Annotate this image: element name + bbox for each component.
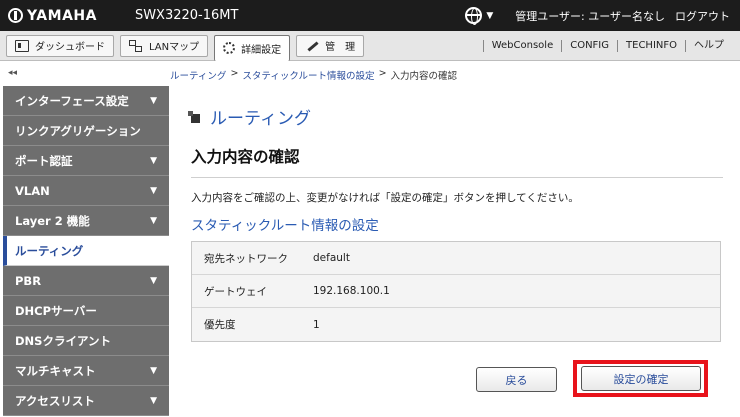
device-model: SWX3220-16MT bbox=[134, 8, 239, 23]
tab-label: ダッシュボード bbox=[35, 42, 105, 53]
breadcrumb-separator: > bbox=[230, 68, 239, 79]
tab-label: 管 理 bbox=[325, 42, 356, 53]
row-key: 宛先ネットワーク bbox=[204, 252, 288, 265]
sidebar-item-label: ルーティング bbox=[15, 243, 84, 258]
sidebar-item-dhcp-server[interactable]: DHCPサーバー bbox=[3, 296, 169, 326]
chevron-down-icon: ▼ bbox=[150, 366, 157, 376]
chevron-down-icon: ▼ bbox=[150, 216, 157, 226]
sidebar-item-label: アクセスリスト bbox=[15, 393, 95, 408]
back-button[interactable]: 戻る bbox=[476, 367, 557, 392]
chevron-down-icon: ▼ bbox=[150, 396, 157, 406]
row-value: 1 bbox=[313, 318, 320, 331]
top-bar: YAMAHA SWX3220-16MT ▼ 管理ユーザー: ユーザー名なし ログ… bbox=[0, 0, 740, 31]
table-row: 優先度 1 bbox=[192, 308, 720, 341]
section-title: 入力内容の確認 bbox=[191, 145, 723, 178]
sidebar-item-port-auth[interactable]: ポート認証 ▼ bbox=[3, 146, 169, 176]
tab-dashboard[interactable]: ダッシュボード bbox=[6, 34, 114, 57]
page-title-text: ルーティング bbox=[210, 109, 311, 129]
main-content: ルーティング 入力内容の確認 入力内容をご確認の上、変更がなければ「設定の確定」… bbox=[188, 104, 723, 342]
techinfo-link[interactable]: TECHINFO bbox=[617, 39, 685, 52]
sidebar: インターフェース設定 ▼ リンクアグリゲーション ポート認証 ▼ VLAN ▼ … bbox=[3, 86, 169, 416]
table-row: ゲートウェイ 192.168.100.1 bbox=[192, 275, 720, 308]
breadcrumb-static-route[interactable]: スタティックルート情報の設定 bbox=[242, 68, 374, 82]
row-key: 優先度 bbox=[204, 319, 236, 331]
user-info: 管理ユーザー: ユーザー名なし bbox=[515, 9, 665, 23]
page-title: ルーティング bbox=[188, 104, 723, 129]
chevron-down-icon: ▼ bbox=[150, 156, 157, 166]
sidebar-item-label: インターフェース設定 bbox=[15, 93, 129, 108]
sidebar-item-label: DHCPサーバー bbox=[15, 303, 97, 318]
yamaha-logo: YAMAHA bbox=[8, 8, 97, 24]
sidebar-item-label: VLAN bbox=[15, 183, 50, 198]
sidebar-item-label: Layer 2 機能 bbox=[15, 213, 90, 228]
breadcrumb: ルーティング > スタティックルート情報の設定 > 入力内容の確認 bbox=[170, 68, 457, 82]
table-row: 宛先ネットワーク default bbox=[192, 242, 720, 275]
sidebar-item-layer2[interactable]: Layer 2 機能 ▼ bbox=[3, 206, 169, 236]
logo-text: YAMAHA bbox=[27, 7, 97, 24]
tab-lan-map[interactable]: LANマップ bbox=[120, 34, 209, 57]
row-key: ゲートウェイ bbox=[204, 285, 267, 298]
sidebar-item-routing[interactable]: ルーティング bbox=[3, 236, 169, 266]
confirm-settings-button[interactable]: 設定の確定 bbox=[581, 366, 701, 391]
config-link[interactable]: CONFIG bbox=[561, 39, 617, 52]
sidebar-item-label: DNSクライアント bbox=[15, 333, 111, 348]
tab-label: 詳細設定 bbox=[241, 44, 282, 56]
row-value: 192.168.100.1 bbox=[313, 285, 390, 297]
collapse-sidebar-icon[interactable]: ◂◂ bbox=[8, 68, 17, 78]
sidebar-item-label: PBR bbox=[15, 273, 42, 288]
dashboard-icon bbox=[15, 39, 29, 52]
sidebar-item-dns-client[interactable]: DNSクライアント bbox=[3, 326, 169, 356]
globe-icon bbox=[465, 7, 483, 25]
row-value: default bbox=[313, 252, 350, 264]
help-link[interactable]: ヘルプ bbox=[685, 39, 732, 52]
webconsole-link[interactable]: WebConsole bbox=[482, 39, 562, 52]
lan-map-icon bbox=[129, 39, 143, 52]
main-nav: ダッシュボード LANマップ 詳細設定 管 理 WebConsole CONFI… bbox=[0, 31, 740, 61]
subsection-title: スタティックルート情報の設定 bbox=[191, 218, 379, 234]
chevron-down-icon: ▼ bbox=[150, 276, 157, 286]
sidebar-item-vlan[interactable]: VLAN ▼ bbox=[3, 176, 169, 206]
sidebar-item-pbr[interactable]: PBR ▼ bbox=[3, 266, 169, 296]
sidebar-item-interface[interactable]: インターフェース設定 ▼ bbox=[3, 86, 169, 116]
sidebar-item-multicast[interactable]: マルチキャスト ▼ bbox=[3, 356, 169, 386]
confirm-table: 宛先ネットワーク default ゲートウェイ 192.168.100.1 優先… bbox=[191, 241, 721, 342]
chevron-down-icon: ▼ bbox=[150, 186, 157, 196]
sidebar-item-access-list[interactable]: アクセスリスト ▼ bbox=[3, 386, 169, 416]
breadcrumb-routing[interactable]: ルーティング bbox=[170, 68, 226, 82]
tab-management[interactable]: 管 理 bbox=[296, 34, 365, 57]
gear-icon bbox=[223, 42, 236, 54]
sidebar-item-label: マルチキャスト bbox=[15, 363, 96, 378]
sidebar-item-link-aggregation[interactable]: リンクアグリゲーション bbox=[3, 116, 169, 146]
sidebar-item-label: ポート認証 bbox=[15, 153, 73, 168]
yamaha-emblem-icon bbox=[8, 8, 23, 23]
description: 入力内容をご確認の上、変更がなければ「設定の確定」ボタンを押してください。 bbox=[191, 192, 579, 204]
breadcrumb-current: 入力内容の確認 bbox=[390, 71, 458, 82]
chevron-down-icon: ▼ bbox=[150, 96, 157, 106]
logout-link[interactable]: ログアウト bbox=[675, 8, 730, 24]
tab-label: LANマップ bbox=[149, 42, 200, 53]
title-bullet-icon bbox=[188, 111, 200, 123]
breadcrumb-separator: > bbox=[378, 68, 387, 79]
sidebar-item-label: リンクアグリゲーション bbox=[15, 123, 141, 138]
chevron-down-icon: ▼ bbox=[486, 10, 494, 21]
tab-advanced-settings[interactable]: 詳細設定 bbox=[214, 34, 291, 61]
wrench-icon bbox=[305, 40, 319, 52]
language-selector[interactable]: ▼ bbox=[465, 7, 494, 25]
